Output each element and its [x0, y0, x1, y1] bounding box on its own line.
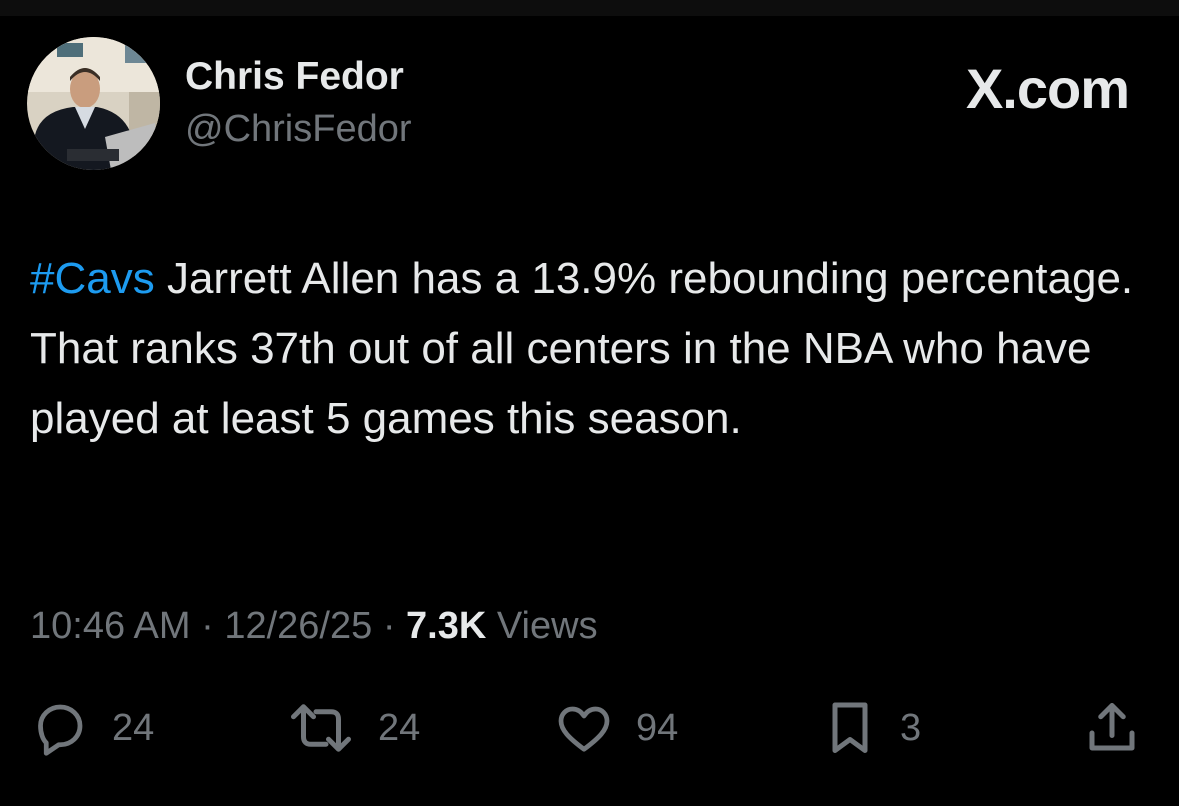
avatar[interactable] [27, 37, 160, 170]
repost-button[interactable]: 24 [286, 695, 420, 761]
tweet-meta: 10:46 AM · 12/26/25 · 7.3K Views [30, 602, 598, 650]
tweet-time[interactable]: 10:46 AM [30, 605, 191, 647]
reply-button[interactable]: 24 [30, 695, 154, 761]
tweet-body: Jarrett Allen has a 13.9% rebounding per… [30, 254, 1134, 443]
views-label: Views [486, 605, 598, 647]
share-icon [1082, 698, 1142, 758]
tweet-date[interactable]: 12/26/25 [224, 605, 372, 647]
bookmark-count: 3 [900, 707, 922, 749]
author-block: Chris Fedor @ChrisFedor [185, 54, 412, 152]
repost-count: 24 [378, 707, 421, 749]
views-count[interactable]: 7.3K [406, 605, 486, 647]
meta-separator: · [190, 605, 225, 647]
like-button[interactable]: 94 [554, 695, 678, 761]
top-strip [0, 0, 1179, 16]
repost-icon [286, 698, 356, 758]
brand-logo: X.com [965, 57, 1130, 120]
tweet-text: #Cavs Jarrett Allen has a 13.9% reboundi… [30, 244, 1150, 454]
author-handle[interactable]: @ChrisFedor [185, 106, 412, 152]
reply-count: 24 [112, 707, 155, 749]
like-count: 94 [636, 707, 679, 749]
like-icon [554, 698, 614, 758]
action-bar: 24 24 94 3 [0, 695, 1179, 761]
bookmark-icon [822, 698, 878, 758]
bookmark-button[interactable]: 3 [822, 695, 921, 761]
reply-icon [30, 698, 90, 758]
meta-separator: · [372, 605, 407, 647]
hashtag-link[interactable]: #Cavs [30, 254, 155, 303]
author-display-name[interactable]: Chris Fedor [185, 54, 412, 100]
share-button[interactable] [1082, 695, 1142, 761]
